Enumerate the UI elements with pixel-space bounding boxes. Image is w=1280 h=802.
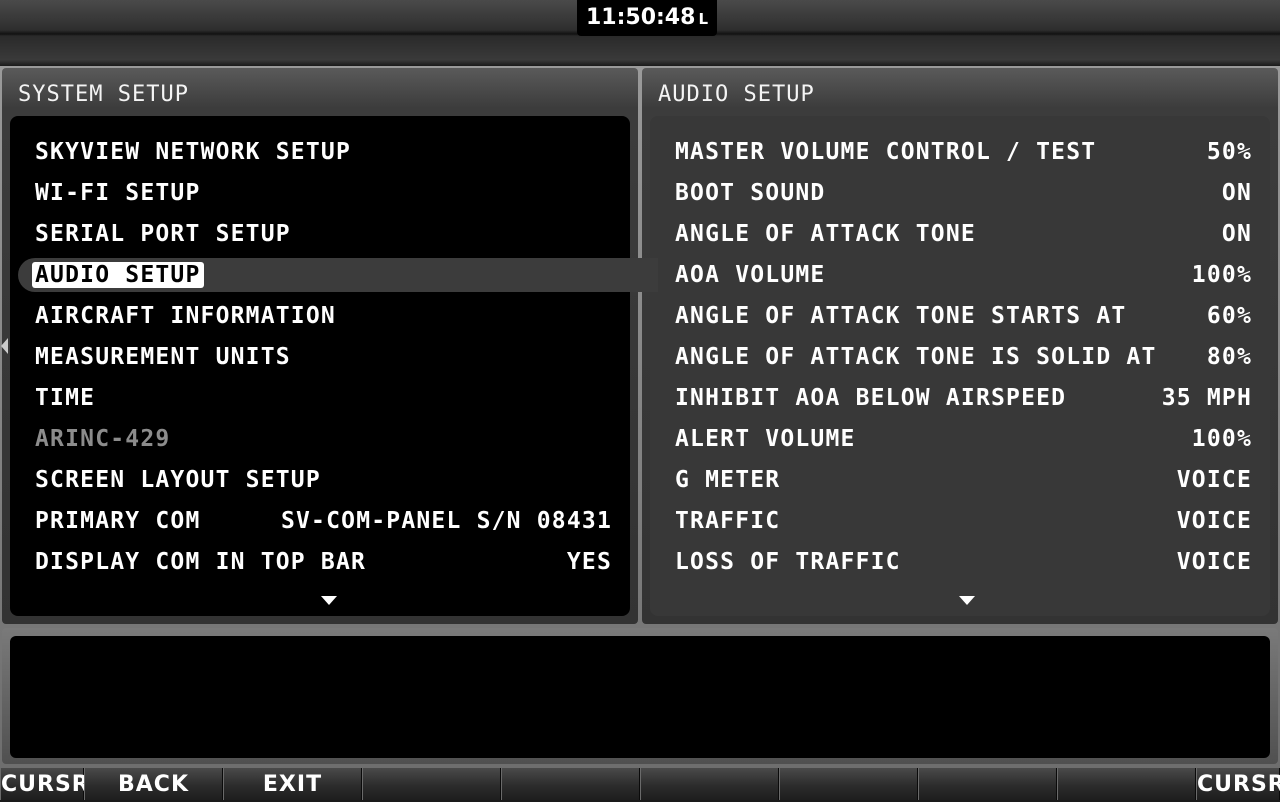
setting-label: LOSS OF TRAFFIC bbox=[675, 549, 901, 575]
setting-master-volume[interactable]: MASTER VOLUME CONTROL / TEST 50% bbox=[675, 134, 1252, 170]
setting-loss-of-traffic[interactable]: LOSS OF TRAFFIC VOICE bbox=[675, 544, 1252, 580]
left-caret-icon bbox=[1, 338, 8, 354]
menu-item-primary-com[interactable]: PRIMARY COM SV-COM-PANEL S/N 08431 bbox=[35, 503, 612, 539]
setting-aoa-volume[interactable]: AOA VOLUME 100% bbox=[675, 257, 1252, 293]
softkey-8[interactable] bbox=[918, 768, 1057, 800]
menu-item-label: AIRCRAFT INFORMATION bbox=[35, 303, 336, 329]
down-triangle-icon bbox=[321, 596, 337, 605]
display-com-value: YES bbox=[566, 549, 612, 575]
setting-label: ANGLE OF ATTACK TONE IS SOLID AT bbox=[675, 344, 1157, 370]
down-triangle-icon bbox=[959, 596, 975, 605]
menu-item-label: DISPLAY COM IN TOP BAR bbox=[35, 549, 367, 575]
softkey-exit[interactable]: EXIT bbox=[223, 768, 362, 800]
setting-boot-sound[interactable]: BOOT SOUND ON bbox=[675, 175, 1252, 211]
setting-value: VOICE bbox=[1176, 549, 1252, 575]
softkey-cursr-left[interactable]: CURSR bbox=[0, 768, 89, 800]
menu-item-skyview-network-setup[interactable]: SKYVIEW NETWORK SETUP bbox=[35, 134, 612, 170]
setting-value: 100% bbox=[1191, 426, 1252, 452]
setting-value: VOICE bbox=[1176, 467, 1252, 493]
menu-item-label: TIME bbox=[35, 385, 96, 411]
primary-com-value: SV-COM-PANEL S/N 08431 bbox=[280, 508, 612, 534]
setting-inhibit-aoa[interactable]: INHIBIT AOA BELOW AIRSPEED 35 MPH bbox=[675, 380, 1252, 416]
setting-aoa-tone[interactable]: ANGLE OF ATTACK TONE ON bbox=[675, 216, 1252, 252]
softkey-7[interactable] bbox=[779, 768, 918, 800]
setting-label: ALERT VOLUME bbox=[675, 426, 856, 452]
clock-time: 11:50:48 bbox=[585, 5, 696, 30]
softkey-9[interactable] bbox=[1057, 768, 1196, 800]
softkey-4[interactable] bbox=[362, 768, 501, 800]
menu-item-measurement-units[interactable]: MEASUREMENT UNITS bbox=[35, 339, 612, 375]
setting-label: TRAFFIC bbox=[675, 508, 781, 534]
softkey-cursr-right[interactable]: CURSR bbox=[1196, 768, 1280, 800]
menu-item-display-com-in-top-bar[interactable]: DISPLAY COM IN TOP BAR YES bbox=[35, 544, 612, 580]
menu-item-label: SERIAL PORT SETUP bbox=[35, 221, 291, 247]
setting-value: 35 MPH bbox=[1161, 385, 1252, 411]
menu-item-screen-layout-setup[interactable]: SCREEN LAYOUT SETUP bbox=[35, 462, 612, 498]
system-setup-title: SYSTEM SETUP bbox=[18, 82, 189, 107]
setting-value: 100% bbox=[1191, 262, 1252, 288]
setting-value: ON bbox=[1221, 221, 1252, 247]
message-box bbox=[10, 636, 1270, 758]
system-setup-list: SKYVIEW NETWORK SETUP WI-FI SETUP SERIAL… bbox=[10, 116, 630, 616]
setting-label: ANGLE OF ATTACK TONE bbox=[675, 221, 976, 247]
menu-item-label: ARINC-429 bbox=[35, 426, 171, 452]
setting-aoa-tone-solid[interactable]: ANGLE OF ATTACK TONE IS SOLID AT 80% bbox=[675, 339, 1252, 375]
setting-value: ON bbox=[1221, 180, 1252, 206]
menu-item-audio-setup[interactable]: AUDIO SETUP bbox=[32, 262, 204, 288]
menu-item-label: SCREEN LAYOUT SETUP bbox=[35, 467, 321, 493]
setting-label: AOA VOLUME bbox=[675, 262, 826, 288]
menu-item-wifi-setup[interactable]: WI-FI SETUP bbox=[35, 175, 612, 211]
menu-item-label: SKYVIEW NETWORK SETUP bbox=[35, 139, 351, 165]
menu-item-serial-port-setup[interactable]: SERIAL PORT SETUP bbox=[35, 216, 612, 252]
menu-item-aircraft-information[interactable]: AIRCRAFT INFORMATION bbox=[35, 298, 612, 334]
setting-value: 80% bbox=[1206, 344, 1252, 370]
clock: 11:50:48 L bbox=[577, 0, 717, 36]
menu-item-label: MEASUREMENT UNITS bbox=[35, 344, 291, 370]
softkey-5[interactable] bbox=[501, 768, 640, 800]
menu-item-arinc-429: ARINC-429 bbox=[35, 421, 612, 457]
setting-value: 60% bbox=[1206, 303, 1252, 329]
setting-traffic[interactable]: TRAFFIC VOICE bbox=[675, 503, 1252, 539]
audio-setup-panel: AUDIO SETUP MASTER VOLUME CONTROL / TEST… bbox=[642, 68, 1278, 624]
menu-item-label: PRIMARY COM bbox=[35, 508, 201, 534]
clock-zone: L bbox=[698, 10, 708, 28]
setting-label: INHIBIT AOA BELOW AIRSPEED bbox=[675, 385, 1067, 411]
menu-item-time[interactable]: TIME bbox=[35, 380, 612, 416]
setting-aoa-tone-starts[interactable]: ANGLE OF ATTACK TONE STARTS AT 60% bbox=[675, 298, 1252, 334]
setting-label: G METER bbox=[675, 467, 781, 493]
setting-alert-volume[interactable]: ALERT VOLUME 100% bbox=[675, 421, 1252, 457]
softkey-6[interactable] bbox=[640, 768, 779, 800]
menu-item-label: WI-FI SETUP bbox=[35, 180, 201, 206]
setting-g-meter[interactable]: G METER VOICE bbox=[675, 462, 1252, 498]
message-area bbox=[2, 628, 1278, 764]
softkey-back[interactable]: BACK bbox=[84, 768, 223, 800]
setting-value: VOICE bbox=[1176, 508, 1252, 534]
audio-setup-title: AUDIO SETUP bbox=[658, 82, 815, 107]
system-setup-panel: SYSTEM SETUP SKYVIEW NETWORK SETUP WI-FI… bbox=[2, 68, 638, 624]
audio-setup-list: MASTER VOLUME CONTROL / TEST 50% BOOT SOU… bbox=[650, 116, 1270, 616]
softkey-bar: CURSR BACK EXIT CURSR bbox=[0, 768, 1280, 800]
setting-label: MASTER VOLUME CONTROL / TEST bbox=[675, 139, 1097, 165]
setting-label: ANGLE OF ATTACK TONE STARTS AT bbox=[675, 303, 1127, 329]
setting-label: BOOT SOUND bbox=[675, 180, 826, 206]
setting-value: 50% bbox=[1206, 139, 1252, 165]
